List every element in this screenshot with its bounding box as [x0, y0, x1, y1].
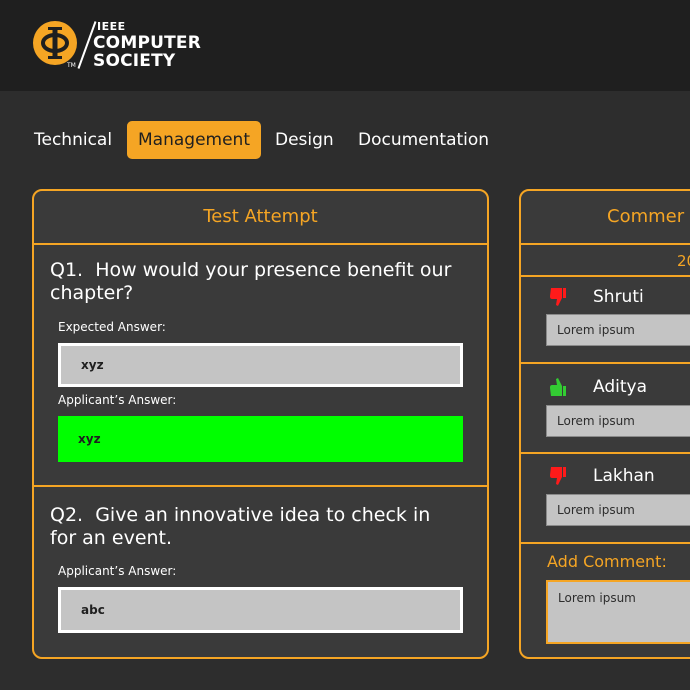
test-attempt-panel: Test Attempt Q1. How would your presence… [32, 189, 489, 659]
phi-icon [41, 27, 69, 59]
thumbs-down-icon [550, 288, 566, 306]
question-divider [34, 485, 487, 487]
logo-line-2: SOCIETY [93, 51, 176, 71]
test-attempt-title: Test Attempt [34, 191, 487, 245]
comments-subheader: 20 [677, 252, 690, 270]
question-number: Q2. [50, 504, 84, 526]
comment-divider [521, 362, 690, 364]
tab-design[interactable]: Design [275, 121, 334, 159]
applicant-answer-box: abc [58, 587, 463, 633]
question-1: Q1. How would your presence benefit our … [50, 259, 451, 305]
commenter-name: Aditya [593, 377, 647, 397]
tab-documentation[interactable]: Documentation [358, 121, 489, 159]
comments-panel: Commer 20 Shruti Lorem ipsum Aditya Lore… [519, 189, 690, 659]
comment-divider [521, 542, 690, 544]
comments-title: Commer [521, 191, 690, 245]
logo-line-1: COMPUTER [93, 33, 202, 53]
thumbs-up-icon [550, 378, 566, 396]
tab-management[interactable]: Management [127, 121, 261, 159]
applicant-answer-box-correct: xyz [58, 416, 463, 462]
expected-answer-box: xyz [58, 343, 463, 387]
comment-text-box: Lorem ipsum [546, 494, 690, 526]
trademark-mark: TM [67, 62, 76, 69]
add-comment-input[interactable]: Lorem ipsum [546, 580, 690, 644]
question-number: Q1. [50, 259, 84, 281]
question-text-line2: chapter? [50, 282, 134, 304]
question-text-line2: for an event. [50, 527, 173, 549]
tab-technical[interactable]: Technical [34, 121, 112, 159]
computer-society-logo [33, 21, 77, 65]
logo-ieee-text: IEEE [97, 20, 126, 33]
top-header: TM IEEE COMPUTER SOCIETY [0, 0, 690, 91]
question-text-line1: Give an innovative idea to check in [95, 504, 431, 526]
commenter-name: Shruti [593, 287, 644, 307]
commenter-name: Lakhan [593, 466, 655, 486]
comment-text-box: Lorem ipsum [546, 314, 690, 346]
comment-divider [521, 452, 690, 454]
thumbs-down-icon [550, 467, 566, 485]
applicant-answer-label: Applicant’s Answer: [58, 393, 177, 407]
expected-answer-label: Expected Answer: [58, 320, 166, 334]
applicant-answer-label: Applicant’s Answer: [58, 564, 177, 578]
subheader-divider [521, 275, 690, 277]
question-text-line1: How would your presence benefit our [95, 259, 452, 281]
add-comment-label: Add Comment: [547, 552, 667, 571]
question-2: Q2. Give an innovative idea to check in … [50, 504, 430, 550]
comment-text-box: Lorem ipsum [546, 405, 690, 437]
